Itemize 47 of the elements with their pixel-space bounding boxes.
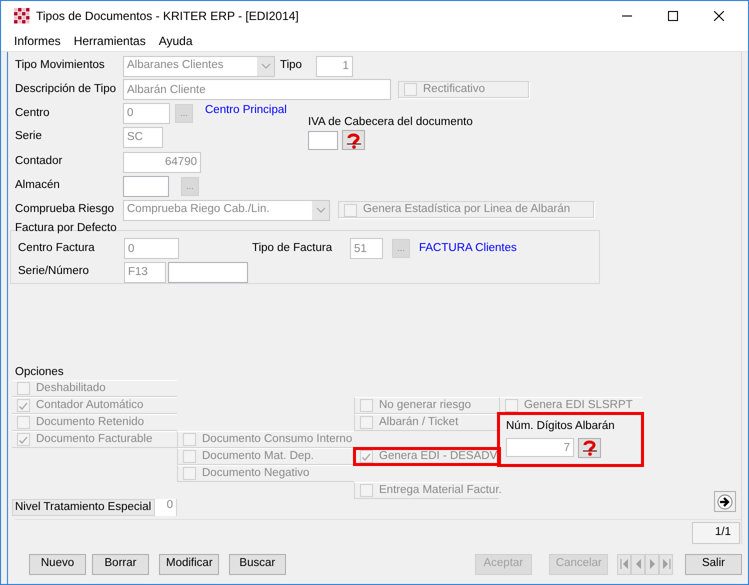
group-title: Factura por Defecto — [15, 222, 117, 236]
exit-button[interactable]: Salir — [685, 554, 742, 574]
help-button[interactable] — [342, 130, 365, 150]
record-counter: 1/1 — [692, 522, 740, 544]
help-icon — [345, 132, 362, 149]
app-icon — [14, 8, 30, 24]
help-icon — [581, 439, 598, 456]
field-label: Comprueba Riesgo — [15, 203, 116, 217]
field-label: Tipo Movimientos — [15, 59, 106, 74]
button[interactable]: Nuevo — [29, 554, 86, 574]
field-value: 0 — [154, 499, 176, 516]
text-field[interactable] — [123, 176, 169, 196]
maximize-icon — [668, 11, 678, 21]
group-title: Opciones — [15, 366, 64, 380]
button[interactable]: Buscar — [228, 554, 286, 574]
field-label: Almacén — [15, 179, 61, 193]
text-field[interactable] — [308, 130, 338, 150]
arrow-right-icon — [717, 494, 733, 510]
checkmark-icon — [18, 434, 29, 444]
field-label: Tipo de Factura — [252, 242, 334, 256]
button[interactable]: Borrar — [92, 554, 149, 574]
field-label: Descripción de Tipo — [15, 82, 117, 97]
chevron-down-icon — [316, 206, 326, 214]
menu-item[interactable]: Informes — [8, 34, 68, 48]
next-page-button[interactable] — [714, 491, 736, 512]
text-field[interactable] — [168, 262, 248, 283]
menu-item[interactable]: Ayuda — [152, 34, 200, 48]
field-label: Núm. Dígitos Albarán — [506, 420, 616, 434]
close-icon — [714, 11, 724, 21]
window-title: Tipos de Documentos - KRITER ERP - [EDI2014] — [36, 8, 299, 24]
field-label: Contador — [15, 155, 64, 170]
field-label: Centro Factura — [18, 242, 96, 256]
field-label: Serie/Número — [18, 265, 90, 280]
field-label: Centro — [15, 106, 51, 120]
next-icon — [648, 558, 656, 570]
field-label: Serie — [15, 130, 43, 144]
last-icon — [662, 558, 670, 570]
chevron-down-icon — [260, 62, 270, 70]
field-label: Nivel Tratamiento Especial — [15, 500, 152, 514]
previous-icon — [634, 558, 642, 570]
menu-item[interactable]: Herramientas — [68, 34, 153, 48]
first-icon — [620, 558, 628, 570]
button[interactable]: Modificar — [159, 554, 219, 574]
checkmark-icon — [18, 400, 29, 410]
checkmark-icon — [361, 452, 372, 462]
field-label: IVA de Cabecera del documento — [308, 116, 473, 130]
field-label: Tipo — [280, 59, 302, 74]
